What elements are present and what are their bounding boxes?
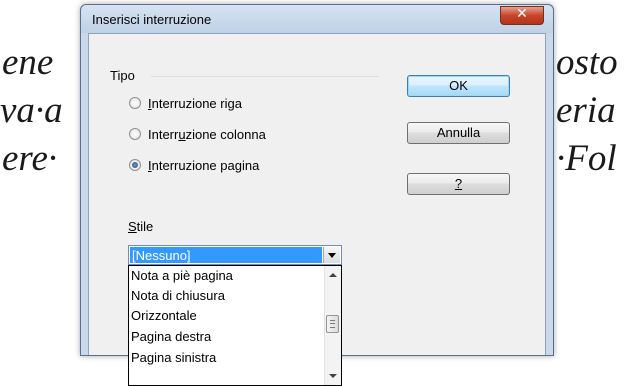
chevron-down-icon[interactable] — [323, 247, 340, 263]
doc-text-line-1-right: osto — [556, 42, 618, 83]
help-button-label: ? — [454, 176, 463, 191]
scroll-grip-icon[interactable] — [326, 315, 339, 333]
doc-text-line-3-right: ·Fol — [556, 138, 617, 179]
list-item[interactable]: Nota di chiusura — [131, 286, 225, 306]
title-bar[interactable]: Inserisci interruzione ✕ — [81, 5, 553, 33]
style-dropdown-list[interactable]: Nota a piè pagina Nota di chiusura Orizz… — [128, 265, 342, 386]
radio-line-break[interactable]: Interruzione riga — [129, 94, 242, 112]
list-item[interactable]: Orizzontale — [131, 306, 197, 326]
list-item[interactable]: Nota a piè pagina — [131, 266, 233, 286]
doc-text-line-1-left: ene — [2, 42, 54, 83]
radio-label: Interruzione colonna — [148, 126, 266, 142]
dialog-title: Inserisci interruzione — [92, 12, 212, 27]
radio-label: Interruzione pagina — [148, 157, 260, 173]
radio-column-break[interactable]: Interruzione colonna — [129, 125, 266, 143]
type-group-label: Tipo — [110, 68, 139, 83]
radio-button-selected[interactable] — [129, 159, 141, 171]
style-combobox-value: [Nessuno] — [130, 247, 322, 263]
close-button[interactable]: ✕ — [500, 6, 544, 25]
cancel-button[interactable]: Annulla — [407, 122, 510, 144]
close-icon: ✕ — [516, 6, 528, 22]
doc-text-line-2-right: eria — [556, 90, 616, 131]
ok-button[interactable]: OK — [407, 75, 510, 97]
chevron-down-icon[interactable] — [325, 368, 341, 385]
dropdown-scrollbar[interactable] — [324, 266, 341, 385]
doc-text-line-2-left: va·a — [0, 90, 63, 131]
radio-page-break[interactable]: Interruzione pagina — [129, 156, 259, 174]
radio-button[interactable] — [129, 97, 141, 109]
insert-break-dialog: Inserisci interruzione ✕ Tipo Interruzio… — [80, 4, 554, 386]
radio-button[interactable] — [129, 128, 141, 140]
list-item[interactable]: Pagina sinistra — [131, 348, 216, 368]
style-label: Stile — [128, 219, 154, 234]
doc-text-line-3-left: ere· — [2, 138, 58, 179]
radio-label: Interruzione riga — [148, 95, 242, 111]
group-separator — [151, 76, 379, 77]
style-combobox[interactable]: [Nessuno] — [128, 245, 342, 265]
dialog-client-area: Tipo Interruzione riga Interruzione colo… — [88, 33, 546, 386]
help-button[interactable]: ? — [407, 173, 510, 195]
list-item[interactable]: Pagina destra — [131, 327, 211, 347]
chevron-up-icon[interactable] — [325, 266, 341, 283]
